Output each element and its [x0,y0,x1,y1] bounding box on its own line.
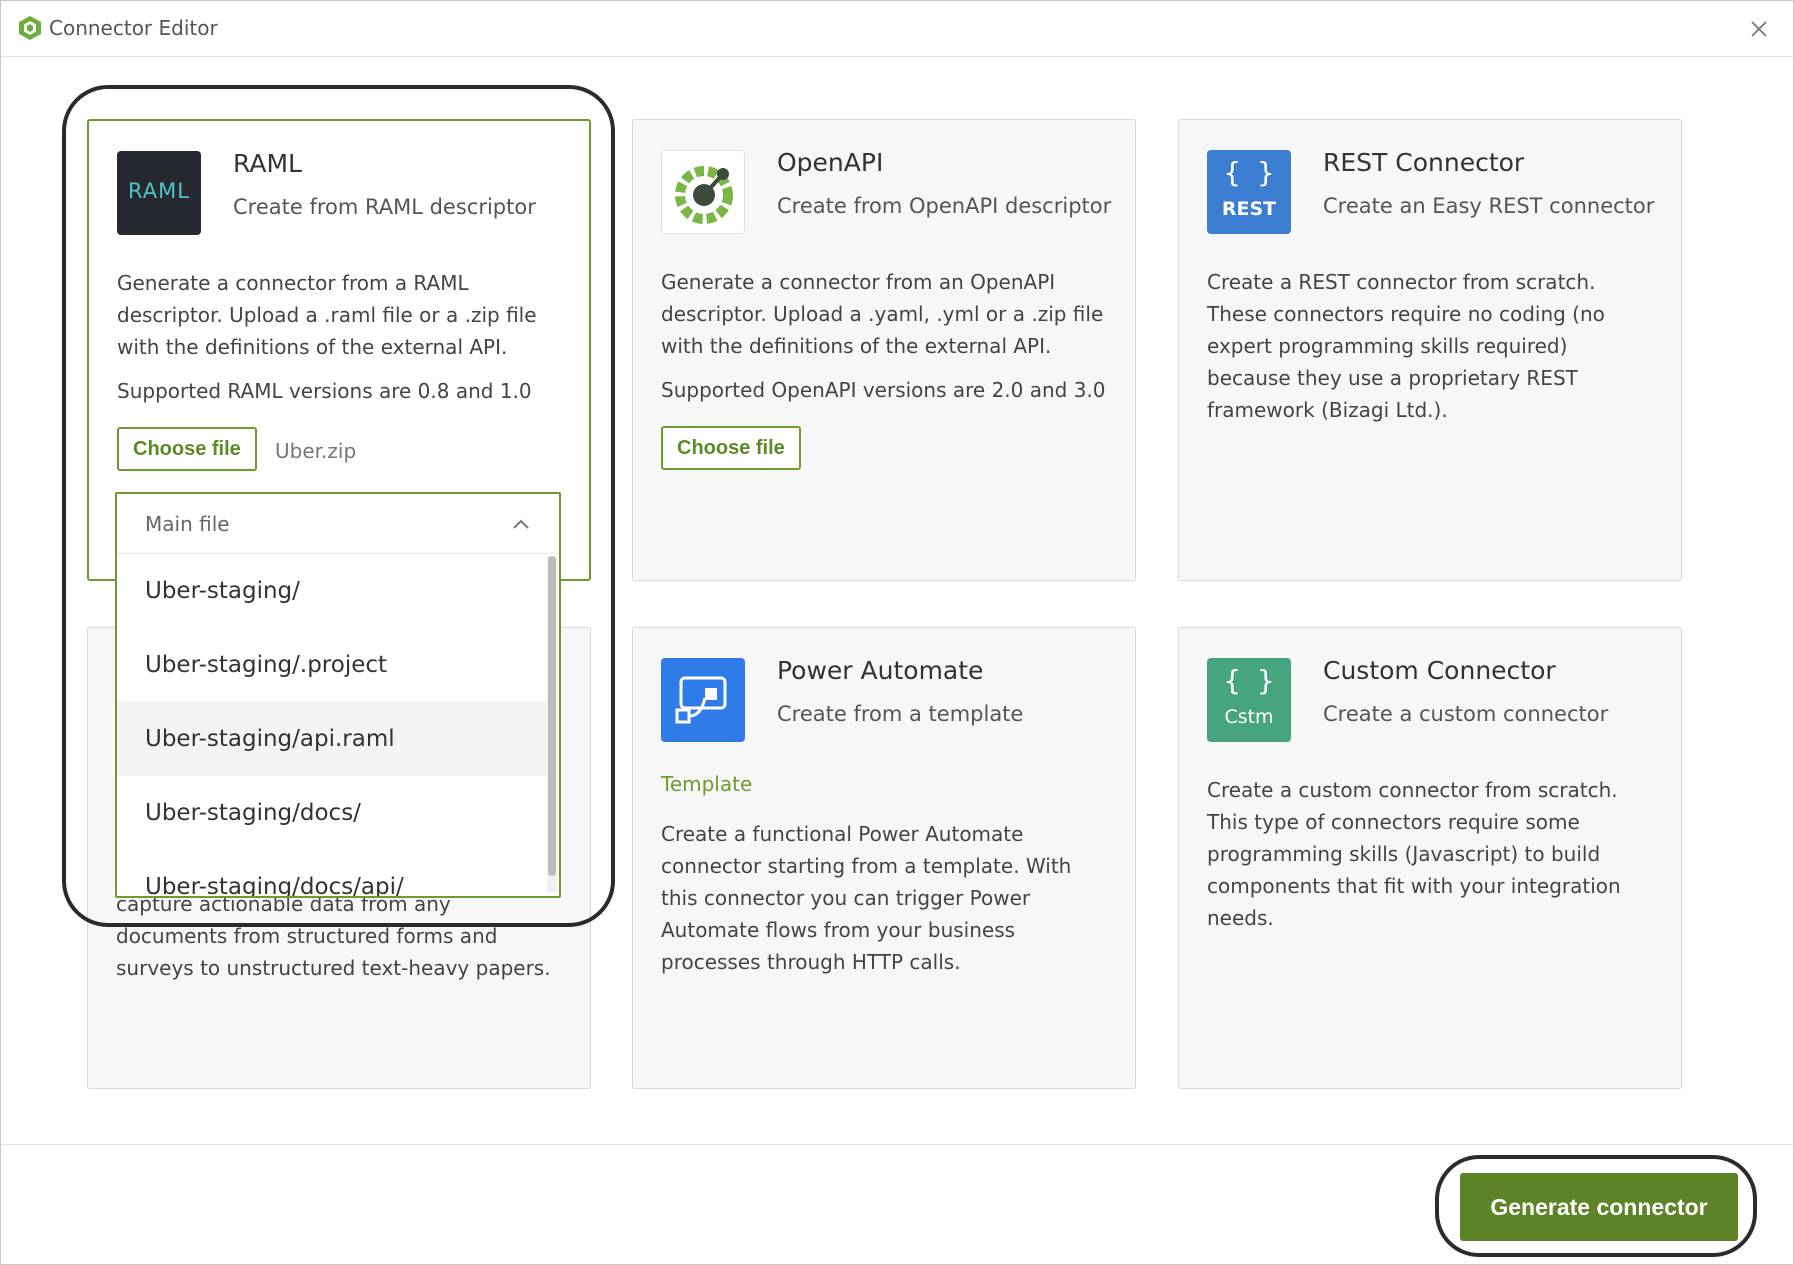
dropdown-scrollbar[interactable] [547,556,557,892]
dropdown-option[interactable]: Uber-staging/docs/ [117,776,547,850]
rest-logo-icon: { } REST [1207,150,1291,234]
dropdown-option[interactable]: Uber-staging/.project [117,628,547,702]
raml-logo-icon: RAML [117,151,201,235]
chevron-up-icon[interactable] [511,514,531,534]
choose-file-button[interactable]: Choose file [117,427,257,471]
dropdown-header[interactable]: Main file [117,494,559,554]
card-description: Create a custom connector from scratch. … [1207,778,1621,930]
template-label: Template [661,772,753,796]
dropdown-option[interactable]: Uber-staging/ [117,554,547,628]
power-automate-card[interactable]: Power Automate Create from a template Te… [632,627,1136,1089]
connector-editor-window: Connector Editor RAML RAML Create from R… [0,0,1794,1265]
card-subtitle: Create from a template [777,702,1024,726]
card-description: Create a functional Power Automate conne… [661,822,1072,974]
supported-versions: Supported OpenAPI versions are 2.0 and 3… [661,378,1106,402]
card-subtitle: Create from OpenAPI descriptor [777,194,1112,218]
dropdown-option[interactable]: Uber-staging/api.raml [117,702,547,776]
card-title: REST Connector [1323,148,1525,177]
dropdown-options: Uber-staging/ Uber-staging/.project Uber… [117,554,547,896]
card-description: Create a REST connector from scratch. Th… [1207,270,1605,422]
power-automate-logo-icon [661,658,745,742]
custom-connector-card[interactable]: { } Cstm Custom Connector Create a custo… [1178,627,1682,1089]
card-description: Generate a connector from a RAML descrip… [117,271,537,359]
card-title: RAML [233,149,302,178]
bizagi-logo-icon [19,16,41,40]
card-description: capture actionable data from any documen… [116,892,551,980]
selected-file-name: Uber.zip [275,439,357,463]
main-file-dropdown[interactable]: Main file Uber-staging/ Uber-staging/.pr… [115,492,561,898]
custom-connector-logo-icon: { } Cstm [1207,658,1291,742]
generate-connector-button[interactable]: Generate connector [1460,1173,1738,1241]
rest-connector-card[interactable]: { } REST REST Connector Create an Easy R… [1178,119,1682,581]
footer-divider [1,1144,1794,1145]
card-title: Power Automate [777,656,984,685]
choose-file-button[interactable]: Choose file [661,426,801,470]
card-subtitle: Create an Easy REST connector [1323,194,1655,218]
close-icon[interactable] [1745,15,1773,43]
card-title: OpenAPI [777,148,884,177]
dropdown-label: Main file [145,512,230,536]
card-title: Custom Connector [1323,656,1556,685]
card-subtitle: Create a custom connector [1323,702,1609,726]
dropdown-option[interactable]: Uber-staging/docs/api/ [117,850,547,896]
card-subtitle: Create from RAML descriptor [233,195,536,219]
window-title: Connector Editor [49,16,218,40]
supported-versions: Supported RAML versions are 0.8 and 1.0 [117,379,532,403]
openapi-logo-icon [661,150,745,234]
scrollbar-thumb[interactable] [548,556,556,876]
openapi-card[interactable]: OpenAPI Create from OpenAPI descriptor G… [632,119,1136,581]
title-bar: Connector Editor [1,1,1794,57]
card-description: Generate a connector from an OpenAPI des… [661,270,1104,358]
